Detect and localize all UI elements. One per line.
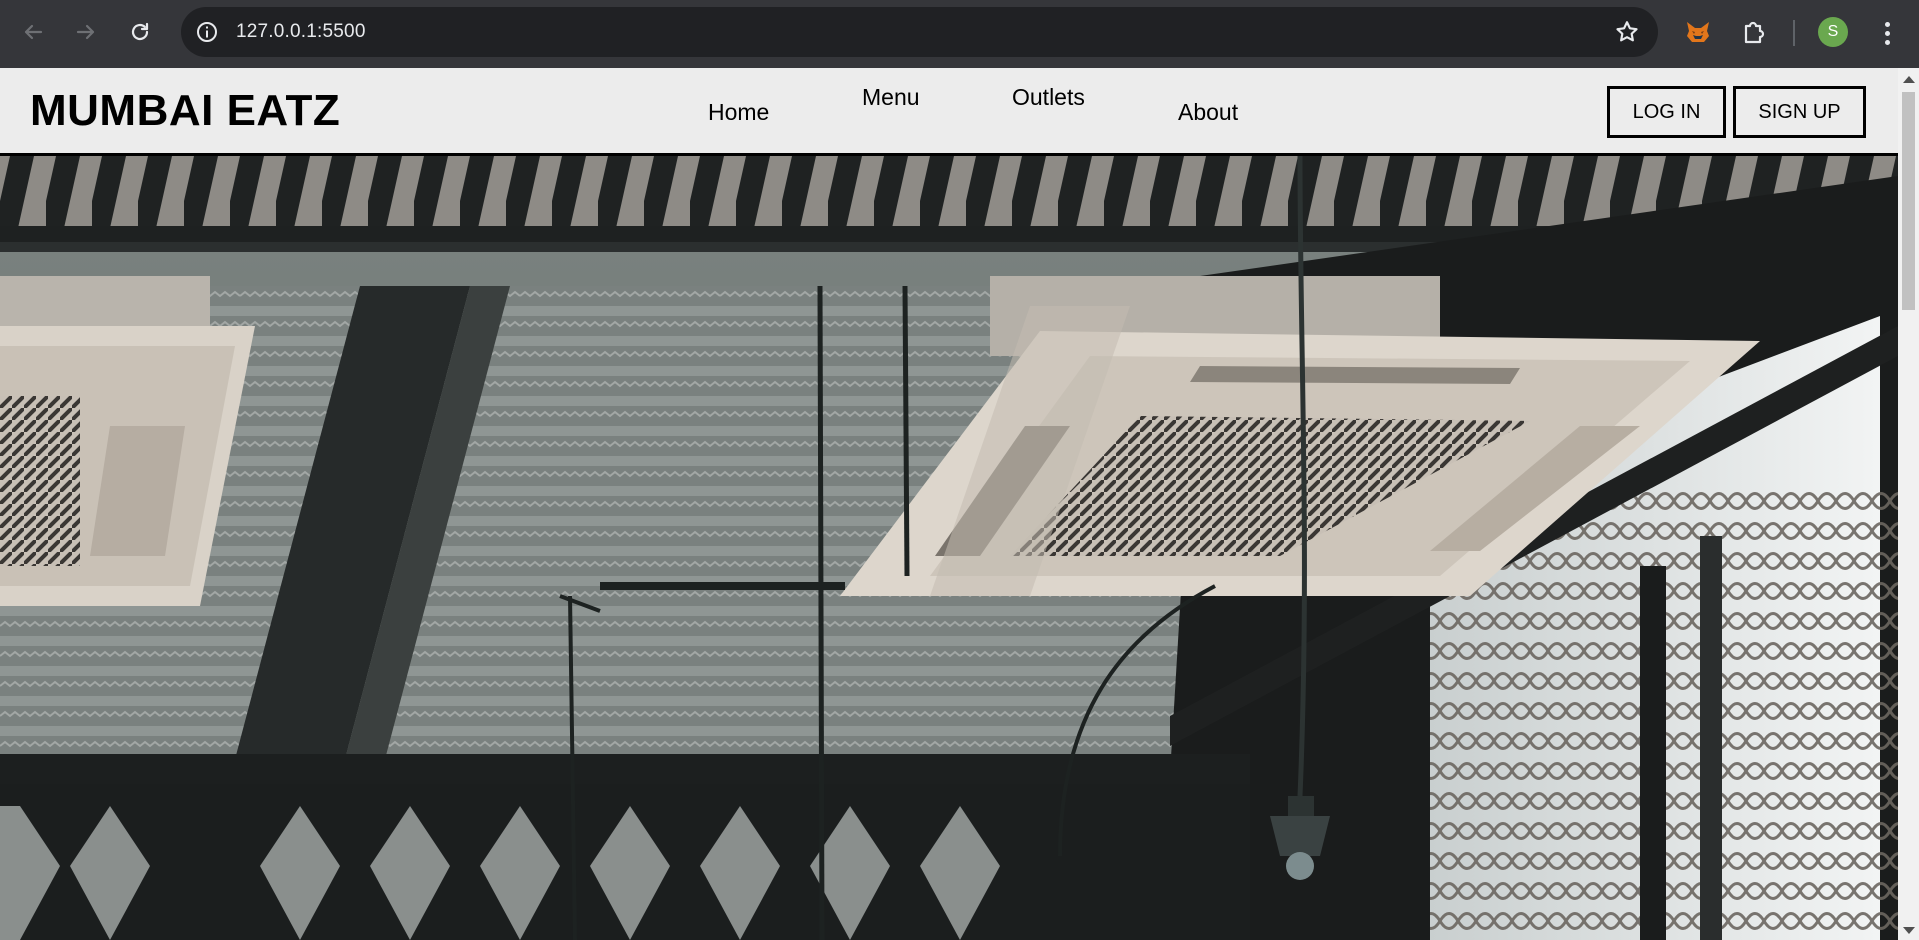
- star-icon[interactable]: [1614, 19, 1640, 45]
- scroll-up-arrow-icon[interactable]: [1903, 76, 1915, 83]
- signup-button[interactable]: SIGN UP: [1733, 86, 1866, 138]
- reload-icon: [131, 22, 149, 41]
- back-arrow-icon: [24, 24, 43, 40]
- toolbar-divider: [1793, 20, 1795, 46]
- kebab-menu-icon[interactable]: [1872, 16, 1902, 50]
- vertical-scrollbar[interactable]: [1898, 68, 1919, 940]
- address-bar[interactable]: 127.0.0.1:5500: [181, 7, 1658, 57]
- forward-button[interactable]: [68, 14, 104, 50]
- browser-toolbar: 127.0.0.1:5500 S: [0, 0, 1919, 68]
- hero-image: [0, 156, 1898, 940]
- url-text[interactable]: 127.0.0.1:5500: [236, 21, 366, 43]
- info-icon[interactable]: [195, 20, 219, 44]
- puzzle-icon[interactable]: [1738, 16, 1770, 48]
- nav-link-outlets[interactable]: Outlets: [1012, 84, 1085, 111]
- back-button[interactable]: [15, 14, 51, 50]
- fox-extension-icon[interactable]: [1682, 16, 1714, 48]
- reload-button[interactable]: [122, 14, 158, 50]
- scroll-down-arrow-icon[interactable]: [1903, 927, 1915, 934]
- nav-link-home[interactable]: Home: [708, 99, 769, 126]
- site-header: MUMBAI EATZ Home Menu Outlets About LOG …: [0, 68, 1898, 156]
- nav-link-about[interactable]: About: [1178, 99, 1238, 126]
- site-logo[interactable]: MUMBAI EATZ: [30, 86, 340, 136]
- scroll-thumb[interactable]: [1902, 92, 1915, 310]
- forward-arrow-icon: [76, 24, 95, 40]
- nav-link-menu[interactable]: Menu: [862, 84, 920, 111]
- profile-avatar[interactable]: S: [1818, 17, 1848, 47]
- page-viewport: MUMBAI EATZ Home Menu Outlets About LOG …: [0, 68, 1898, 940]
- login-button[interactable]: LOG IN: [1607, 86, 1726, 138]
